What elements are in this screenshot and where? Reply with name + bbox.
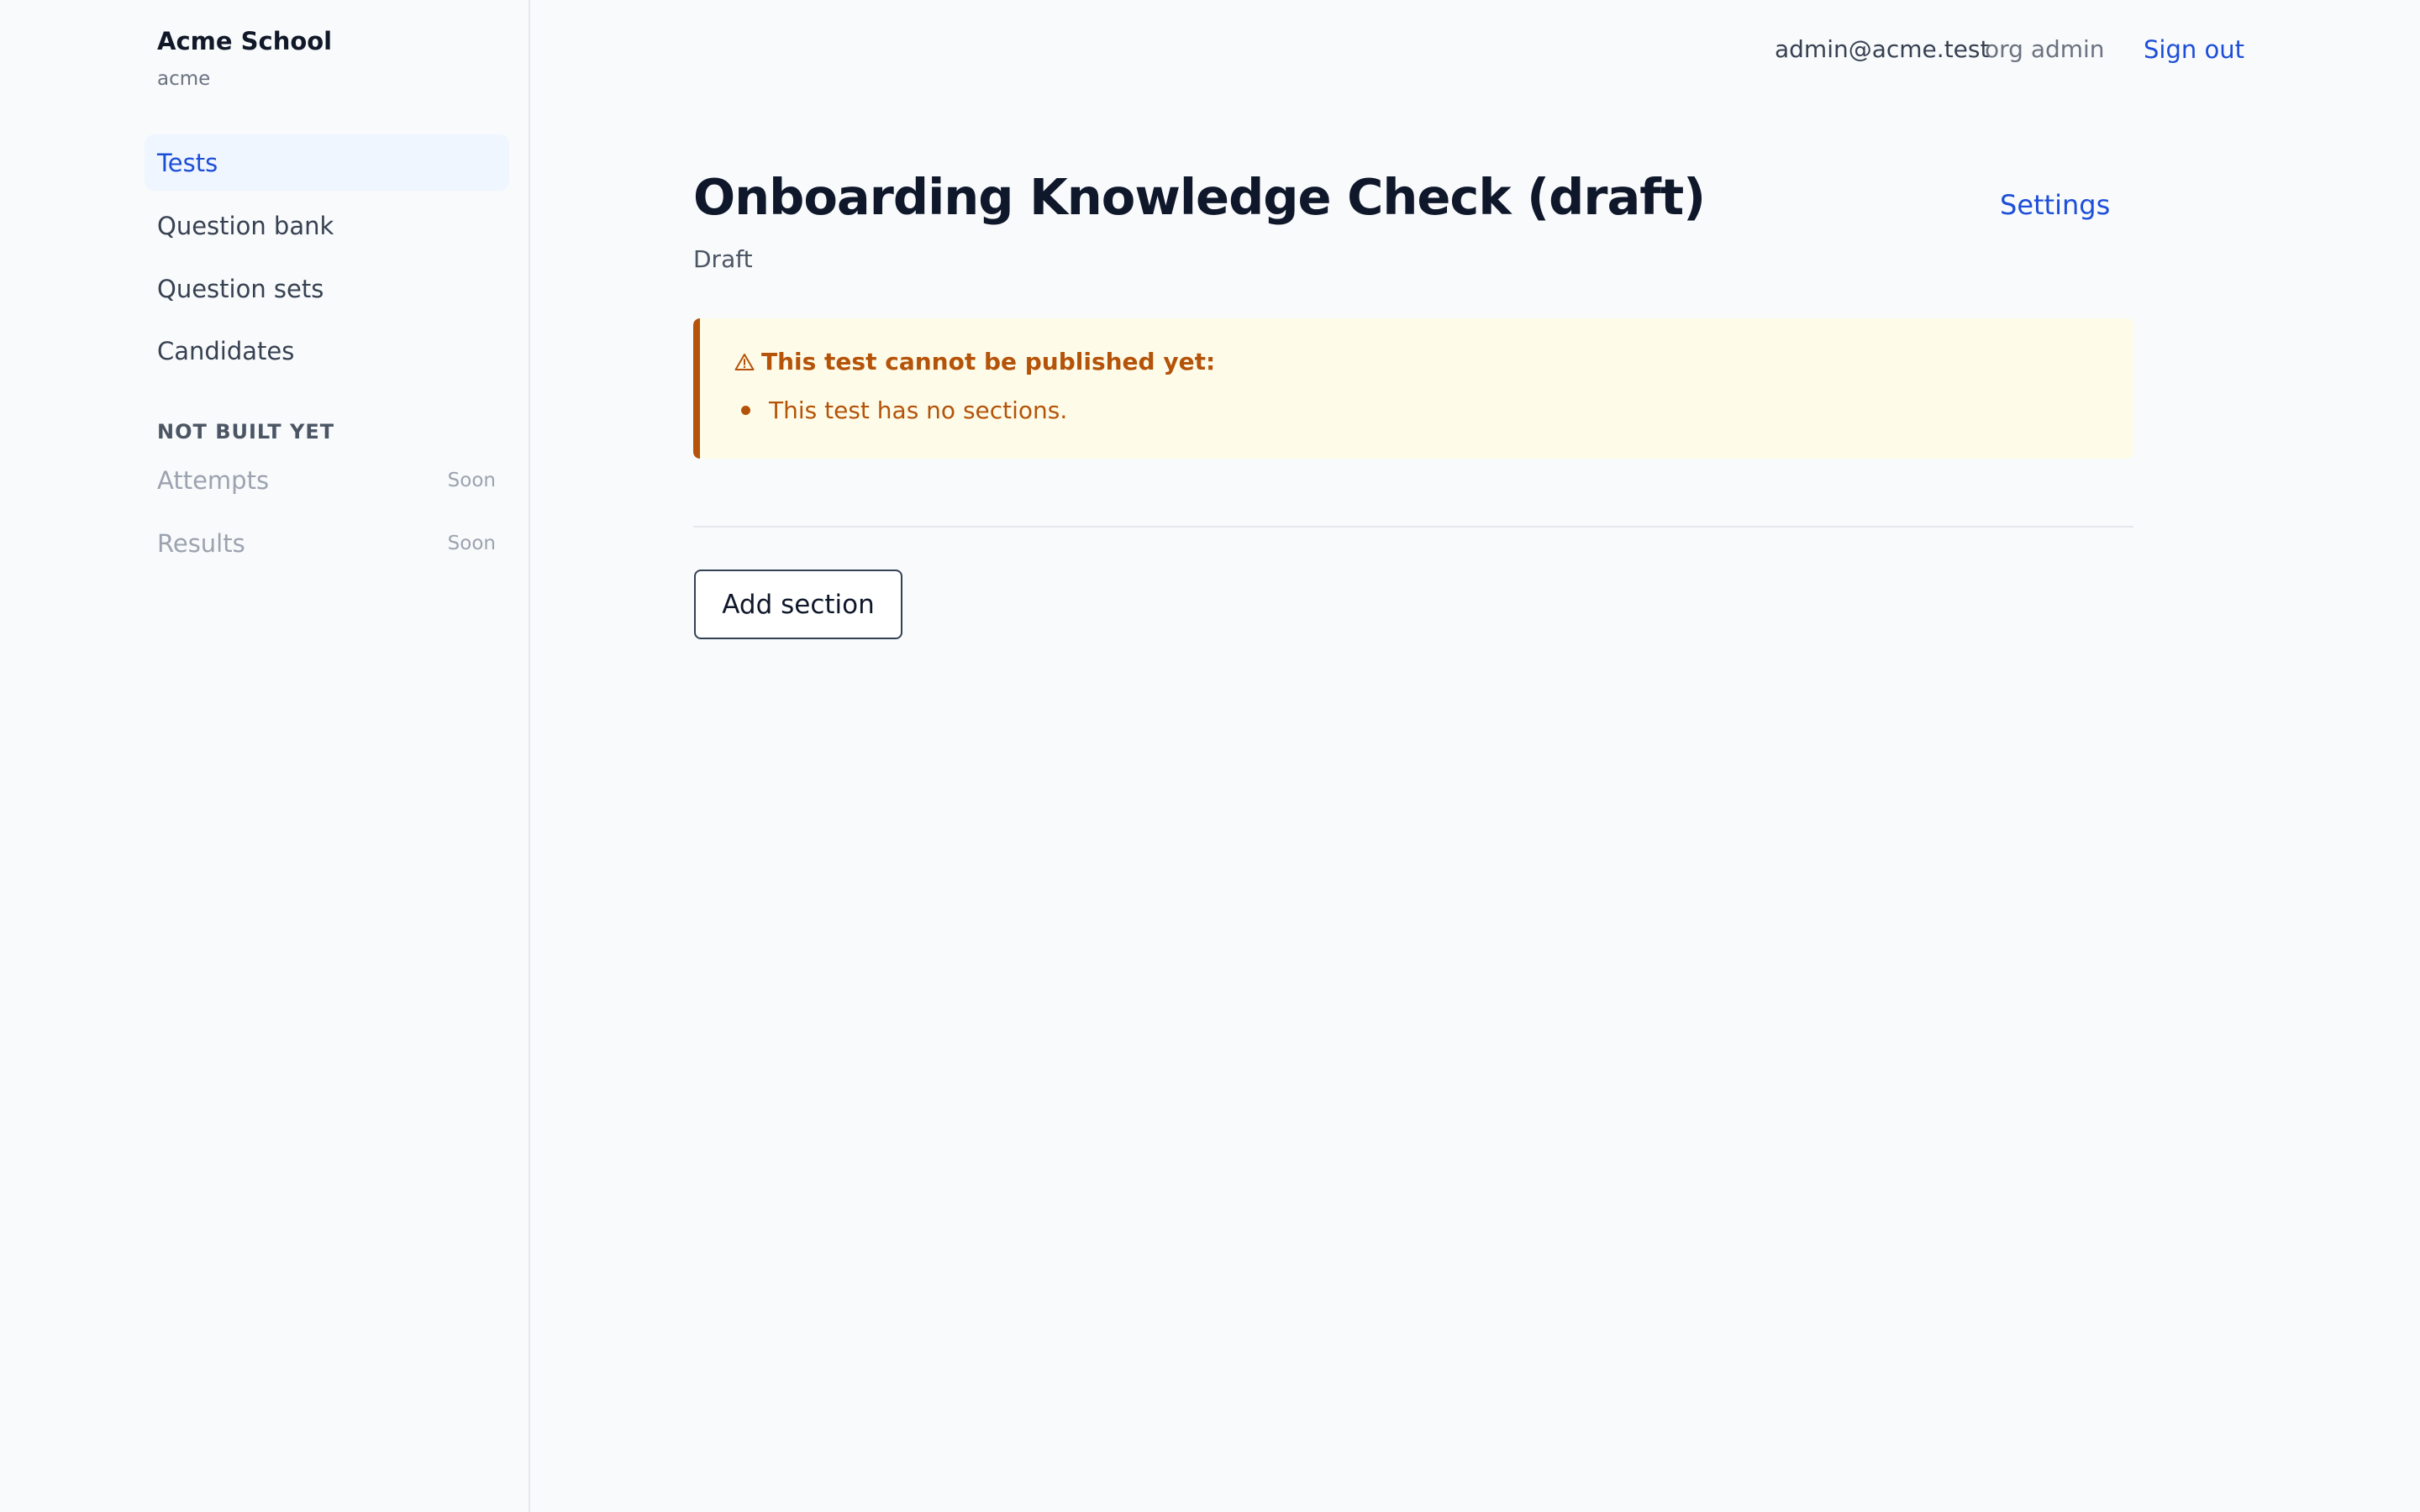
org-slug: acme <box>157 68 211 90</box>
alert-item-text: This test has no sections. <box>769 396 1068 424</box>
sidebar-item-label: Results <box>157 528 245 558</box>
alert-title: This test cannot be published yet: <box>734 348 1215 375</box>
sidebar-item-candidates[interactable]: Candidates <box>145 323 509 379</box>
sidebar-section-label: NOT BUILT YET <box>157 420 335 444</box>
bullet-icon <box>741 406 750 415</box>
app-root: Acme School acme Tests Question bank Que… <box>0 0 2420 1512</box>
divider <box>693 526 2133 528</box>
add-section-button[interactable]: Add section <box>694 570 902 639</box>
soon-badge: Soon <box>447 469 496 491</box>
sidebar-item-label: Question bank <box>157 211 334 240</box>
sidebar: Acme School acme Tests Question bank Que… <box>0 0 530 1512</box>
sidebar-item-results: Results Soon <box>145 515 509 571</box>
sidebar-item-question-sets[interactable]: Question sets <box>145 260 509 317</box>
sidebar-item-label: Candidates <box>157 336 295 365</box>
sidebar-item-label: Question sets <box>157 274 324 303</box>
alert-title-text: This test cannot be published yet: <box>761 348 1216 375</box>
settings-link[interactable]: Settings <box>2000 189 2110 221</box>
sidebar-item-attempts: Attempts Soon <box>145 452 509 508</box>
sidebar-item-question-bank[interactable]: Question bank <box>145 197 509 254</box>
user-role: org admin <box>1985 35 2105 63</box>
warning-icon <box>734 353 755 371</box>
sidebar-item-label: Attempts <box>157 465 270 495</box>
sidebar-item-label: Tests <box>157 148 218 177</box>
page-title: Onboarding Knowledge Check (draft) <box>693 168 1706 226</box>
publish-warning-alert: This test cannot be published yet: This … <box>693 318 2133 459</box>
user-email: admin@acme.test <box>1775 35 1990 63</box>
alert-list-item: This test has no sections. <box>734 396 1067 424</box>
sidebar-item-tests[interactable]: Tests <box>145 134 509 191</box>
soon-badge: Soon <box>447 532 496 554</box>
org-name: Acme School <box>157 27 333 55</box>
test-status: Draft <box>693 245 753 273</box>
sign-out-link[interactable]: Sign out <box>2144 35 2244 64</box>
